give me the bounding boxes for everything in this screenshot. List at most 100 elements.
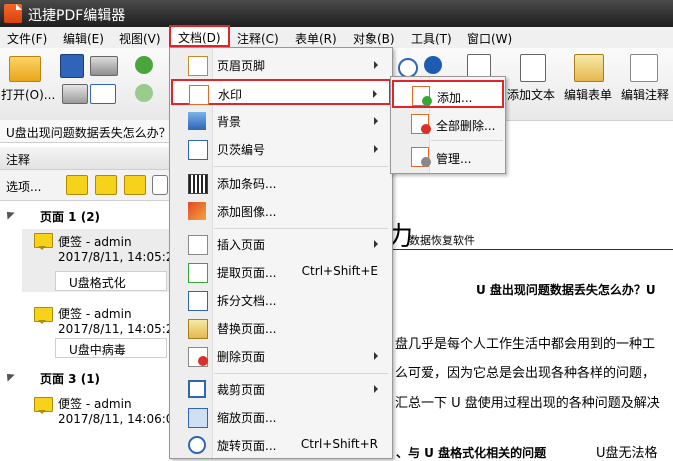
note-title[interactable]: 便签 - admin (58, 305, 132, 322)
panel-toolbar: 选项... (0, 170, 170, 201)
note-content-text: U盘格式化 (69, 276, 126, 290)
menu-edit[interactable]: 编辑(E) (63, 30, 104, 47)
insert-page-icon (188, 235, 208, 255)
menu-item-replace-pages[interactable]: 替换页面... (172, 315, 390, 341)
forward-arrow-icon[interactable] (135, 84, 153, 102)
replace-page-icon (188, 319, 208, 339)
doc-paragraph-line: 么可爱，因为它总是会出现各种各样的问题， (395, 366, 656, 381)
document-menu: 页眉页脚 水印 背景 贝茨编号 添加条码... 添加图像... 插入页面 提取页… (169, 47, 393, 459)
comments-panel: 注释 选项... 页面 1 (2) 便签 - admin 2017/8/11, … (0, 147, 181, 459)
note-next-icon[interactable] (66, 175, 88, 195)
menu-item-delete-pages[interactable]: 删除页面 (172, 343, 390, 369)
doc-section-tail: U盘无法格 (596, 446, 658, 461)
email-icon[interactable] (90, 84, 116, 104)
menu-document-label: 文档(D) (178, 31, 221, 45)
rotate-icon (188, 436, 206, 454)
watermark-submenu: 添加... 全部删除... 管理... (390, 76, 506, 174)
watermark-icon (189, 85, 209, 105)
document-tab[interactable]: U盘出现问题数据丢失怎么办？ (0, 120, 171, 143)
delete-badge-icon (421, 124, 431, 134)
menu-form[interactable]: 表单(R) (295, 30, 337, 47)
submenu-arrow-icon (374, 117, 378, 125)
menu-file[interactable]: 文件(F) (7, 30, 47, 47)
note-date: 2017/8/11, 14:05:29 (58, 322, 182, 336)
note-content[interactable]: U盘中病毒 (55, 338, 167, 358)
back-arrow-icon[interactable] (135, 56, 153, 74)
edit-form-button-label[interactable]: 编辑表单 (564, 86, 612, 103)
zoom-out-icon[interactable] (424, 56, 442, 74)
edit-annotation-button-label[interactable]: 编辑注释 (621, 86, 669, 103)
menu-item-insert-pages[interactable]: 插入页面 (172, 231, 390, 257)
header-footer-icon (188, 56, 208, 76)
options-dropdown[interactable]: 选项... (6, 178, 41, 195)
menu-bar: 文件(F) 编辑(E) 视图(V) 注释(C) 表单(R) 对象(B) 工具(T… (0, 27, 673, 49)
print-icon[interactable] (62, 84, 88, 104)
collapse-arrow-icon[interactable] (3, 370, 15, 382)
title-bar: 迅捷PDF编辑器 (0, 0, 673, 27)
note-date: 2017/8/11, 14:05:21 (58, 250, 182, 264)
submenu-arrow-icon (373, 90, 377, 98)
edit-annotation-icon[interactable] (630, 54, 658, 82)
gear-icon (421, 157, 431, 167)
menu-item-scale-pages[interactable]: 缩放页面... (172, 404, 390, 430)
doc-section-heading: 、与 U 盘格式化相关的问题 (396, 446, 547, 460)
note-title[interactable]: 便签 - admin (58, 395, 132, 412)
document-tab-label: U盘出现问题数据丢失怎么办？ (6, 126, 171, 140)
menu-object[interactable]: 对象(B) (353, 30, 395, 47)
submenu-arrow-icon (374, 352, 378, 360)
menu-item-rotate-pages[interactable]: 旋转页面... Ctrl+Shift+R (172, 432, 390, 458)
menu-item-watermark[interactable]: 水印 (171, 79, 391, 105)
menu-view[interactable]: 视图(V) (119, 30, 161, 47)
add-image-icon (188, 202, 206, 220)
open-button-label[interactable]: 打开(O)... (1, 86, 55, 103)
menu-item-add-barcode[interactable]: 添加条码... (172, 170, 390, 196)
menu-item-split-document[interactable]: 拆分文档... (172, 287, 390, 313)
menu-tools[interactable]: 工具(T) (411, 30, 452, 47)
note-content[interactable]: U盘格式化 (55, 271, 167, 291)
menu-item-add-image[interactable]: 添加图像... (172, 198, 390, 224)
scan-icon[interactable] (90, 56, 118, 76)
app-title: 迅捷PDF编辑器 (28, 8, 126, 24)
note-title: 便签 - admin (58, 235, 132, 249)
menu-annotation[interactable]: 注释(C) (237, 30, 279, 47)
app-logo-icon (4, 4, 22, 23)
menu-item-extract-pages[interactable]: 提取页面... Ctrl+Shift+E (172, 259, 390, 285)
zoom-in-icon[interactable] (398, 58, 418, 78)
add-text-icon[interactable] (520, 54, 546, 82)
delete-badge-icon (198, 356, 208, 366)
save-icon[interactable] (60, 54, 84, 78)
add-text-button-label[interactable]: 添加文本 (507, 86, 555, 103)
note-prev-icon[interactable] (95, 175, 117, 195)
menu-document[interactable]: 文档(D) (169, 25, 230, 47)
page-group-label[interactable]: 页面 3 (1) (40, 370, 100, 387)
menu-item-crop-pages[interactable]: 裁剪页面 (172, 376, 390, 402)
barcode-icon (188, 174, 208, 194)
page-group-label[interactable]: 页面 1 (2) (40, 208, 100, 225)
watermark-delete-all-item[interactable]: 全部删除... (393, 110, 503, 138)
menu-window[interactable]: 窗口(W) (467, 30, 512, 47)
background-icon (188, 112, 206, 130)
menu-item-background[interactable]: 背景 (172, 108, 390, 134)
panel-header: 注释 (0, 147, 170, 170)
crop-icon (188, 380, 206, 398)
extract-page-icon (188, 263, 208, 283)
collapse-arrow-icon[interactable] (3, 208, 15, 220)
note-date: 2017/8/11, 14:06:06 (58, 412, 182, 426)
menu-item-bates-numbering[interactable]: 贝茨编号 (172, 136, 390, 162)
note-reply-icon[interactable] (124, 175, 146, 195)
watermark-manage-item[interactable]: 管理... (393, 143, 503, 171)
panel-menu-icon[interactable] (152, 175, 168, 195)
panel-title: 注释 (6, 153, 31, 167)
open-folder-icon[interactable] (9, 56, 41, 82)
menu-item-header-footer[interactable]: 页眉页脚 (172, 52, 390, 78)
shortcut-label: Ctrl+Shift+R (300, 437, 378, 451)
watermark-add-item[interactable]: 添加... (392, 80, 504, 108)
sticky-note-icon (34, 233, 53, 250)
doc-paragraph-line: 盘几乎是每个人工作生活中都会用到的一种工 (395, 337, 656, 352)
shortcut-label: Ctrl+Shift+E (301, 264, 378, 278)
submenu-arrow-icon (374, 240, 378, 248)
bates-number-icon (188, 140, 208, 160)
doc-header-caption: 数据恢复软件 (409, 234, 475, 247)
sticky-note-icon (34, 397, 53, 414)
edit-form-icon[interactable] (574, 54, 604, 82)
